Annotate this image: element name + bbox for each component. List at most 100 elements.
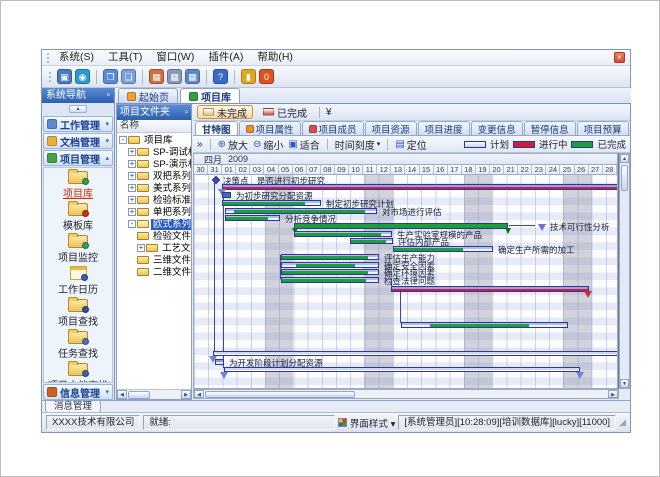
gantt-bar-tiny_done[interactable] <box>222 192 231 198</box>
style-selector[interactable]: 界面样式 ▾ <box>350 416 395 430</box>
gantt-toolbar-放大[interactable]: ⊕放大 <box>218 137 248 152</box>
nav-item-工作日历[interactable]: 工作日历 <box>58 264 98 296</box>
client-system-icon[interactable]: ▣ <box>57 69 72 84</box>
gantt-toolbar-时间刻度[interactable]: 时间刻度▾ <box>335 137 381 152</box>
gantt-bar-task[interactable] <box>281 254 379 260</box>
scroll-down-icon[interactable]: ▼ <box>620 379 629 388</box>
collapse-icon[interactable]: - <box>128 220 136 228</box>
expand-icon[interactable]: + <box>128 208 136 216</box>
tab-项目库[interactable]: 项目库 <box>180 88 240 103</box>
tree-row[interactable]: 检验文件 <box>117 230 191 242</box>
gantt-bar-task[interactable] <box>281 269 379 275</box>
tree-row[interactable]: +检验标准 <box>117 194 191 206</box>
calendar-del-icon[interactable]: ▦ <box>185 69 200 84</box>
menu-item[interactable]: 帮助(H) <box>250 50 300 65</box>
scroll-left-icon[interactable]: ◀ <box>194 390 204 398</box>
gantt-bar-task[interactable] <box>350 238 393 244</box>
calendar-new-icon[interactable]: ▦ <box>149 69 164 84</box>
expand-icon[interactable]: + <box>128 184 136 192</box>
gantt-tab-暂停信息[interactable]: 暂停信息 <box>524 121 576 135</box>
nav-group-信息管理[interactable]: 信息管理▾ <box>43 384 113 400</box>
gantt-bar-summary_red[interactable] <box>391 286 589 292</box>
nav-item-项目监控[interactable]: 项目监控 <box>58 232 98 264</box>
tree-row[interactable]: +SP-演示机系 <box>117 158 191 170</box>
menu-item[interactable]: 工具(T) <box>101 50 149 65</box>
nav-item-项目查找[interactable]: 项目查找 <box>58 296 98 328</box>
menu-item[interactable]: 系统(S) <box>52 50 101 65</box>
gantt-tab-甘特图[interactable]: 甘特图 <box>195 121 238 135</box>
gantt-bar-task[interactable] <box>294 231 392 237</box>
toolbar-overflow-icon[interactable]: » <box>197 139 203 150</box>
collapse-icon[interactable]: - <box>119 136 127 144</box>
nav-group-项目管理[interactable]: 项目管理▴ <box>43 150 113 166</box>
gantt-bar-summary_red[interactable] <box>222 184 618 190</box>
expand-icon[interactable]: + <box>128 160 136 168</box>
tree-row[interactable]: -欧式系列 <box>117 218 191 230</box>
tree-pin-icon[interactable]: ▫ <box>184 105 188 120</box>
close-tab-icon[interactable]: × <box>614 52 625 63</box>
scroll-right-icon[interactable]: ▶ <box>181 390 191 399</box>
expand-icon[interactable]: + <box>128 196 136 204</box>
lock-icon[interactable]: ▮ <box>241 69 256 84</box>
filter-已完成[interactable]: 已完成 <box>257 105 313 119</box>
exit-icon[interactable]: 0 <box>259 69 274 84</box>
gantt-bar-plan[interactable] <box>224 367 580 372</box>
help-icon[interactable]: ? <box>213 69 228 84</box>
chevron-icon[interactable]: ▾ <box>105 137 109 145</box>
nav-item-模板库[interactable]: 模板库 <box>63 200 93 232</box>
tree-row[interactable]: 二维文件 <box>117 266 191 278</box>
gantt-tab-项目成员[interactable]: 项目成员 <box>302 121 364 135</box>
gantt-toolbar-定位[interactable]: ▤定位 <box>395 137 426 152</box>
nav-item-项目文档查找[interactable]: 项目文档查找 <box>48 360 108 383</box>
gantt-bar-task[interactable] <box>281 262 379 268</box>
tree-column-header[interactable]: 名称 <box>117 120 191 133</box>
gantt-horizontal-scrollbar[interactable]: ◀ ▶ <box>193 389 619 399</box>
expand-icon[interactable]: + <box>128 148 136 156</box>
gantt-tab-项目属性[interactable]: 项目属性 <box>239 121 301 135</box>
window-layout-icon[interactable]: ❏ <box>121 69 136 84</box>
gantt-bar-plan[interactable] <box>213 351 618 356</box>
nav-collapse-button[interactable]: ▴ <box>69 105 87 113</box>
chevron-icon[interactable]: ▴ <box>105 154 109 162</box>
gantt-bar-summary_green[interactable] <box>294 223 508 229</box>
expand-icon[interactable]: + <box>137 244 145 252</box>
filter-more-icon[interactable]: ¥ <box>326 107 332 118</box>
filter-未完成[interactable]: 未完成 <box>197 105 253 119</box>
tree-row[interactable]: 三维文件 <box>117 254 191 266</box>
scroll-left-icon[interactable]: ◀ <box>117 390 127 399</box>
pin-icon[interactable]: ▫ <box>106 88 110 103</box>
scroll-right-icon[interactable]: ▶ <box>608 390 618 398</box>
chevron-icon[interactable]: ▾ <box>105 388 109 396</box>
tab-起始页[interactable]: 起始页 <box>118 88 178 103</box>
tree-row[interactable]: +单把系列 <box>117 206 191 218</box>
scroll-thumb[interactable] <box>128 391 150 399</box>
tree-row[interactable]: +工艺文件 <box>117 242 191 254</box>
tree-row[interactable]: +SP-调试机系 <box>117 146 191 158</box>
expand-icon[interactable]: + <box>128 172 136 180</box>
menu-item[interactable]: 插件(A) <box>201 50 250 65</box>
gantt-toolbar-适合[interactable]: ▣适合 <box>288 137 319 152</box>
folder-window-icon[interactable]: ❐ <box>103 69 118 84</box>
tree-row[interactable]: -项目库 <box>117 134 191 146</box>
scroll-up-icon[interactable]: ▲ <box>620 154 629 163</box>
resize-grip-icon[interactable]: ◢ <box>619 417 626 428</box>
gantt-bar-tiny_plan[interactable] <box>215 359 224 365</box>
nav-group-文档管理[interactable]: 文档管理▾ <box>43 133 113 149</box>
scroll-thumb[interactable] <box>205 391 355 398</box>
gantt-tab-项目预算[interactable]: 项目预算 <box>577 121 629 135</box>
gantt-bar-task[interactable] <box>401 322 568 328</box>
nav-group-工作管理[interactable]: 工作管理▾ <box>43 116 113 132</box>
gantt-vertical-scrollbar[interactable]: ▲ ▼ <box>619 153 630 389</box>
gantt-tab-项目资源[interactable]: 项目资源 <box>365 121 417 135</box>
gantt-tab-项目进度[interactable]: 项目进度 <box>418 121 470 135</box>
chevron-icon[interactable]: ▾ <box>105 120 109 128</box>
tree-row[interactable]: +双把系列 <box>117 170 191 182</box>
tree-row[interactable]: +美式系列 <box>117 182 191 194</box>
menu-item[interactable]: 窗口(W) <box>149 50 201 65</box>
tree-horizontal-scrollbar[interactable]: ◀ ▶ <box>117 389 191 399</box>
gantt-bar-task[interactable] <box>225 215 280 221</box>
nav-item-项目库[interactable]: 项目库 <box>63 168 93 200</box>
web-icon[interactable]: ◉ <box>75 69 90 84</box>
gantt-chart[interactable]: 决策点是否进行初步研究为初步研究分配资源制定初步研究计划对市场进行评估分析竞争情… <box>193 175 618 389</box>
gantt-toolbar-缩小[interactable]: ⊖缩小 <box>253 137 283 152</box>
